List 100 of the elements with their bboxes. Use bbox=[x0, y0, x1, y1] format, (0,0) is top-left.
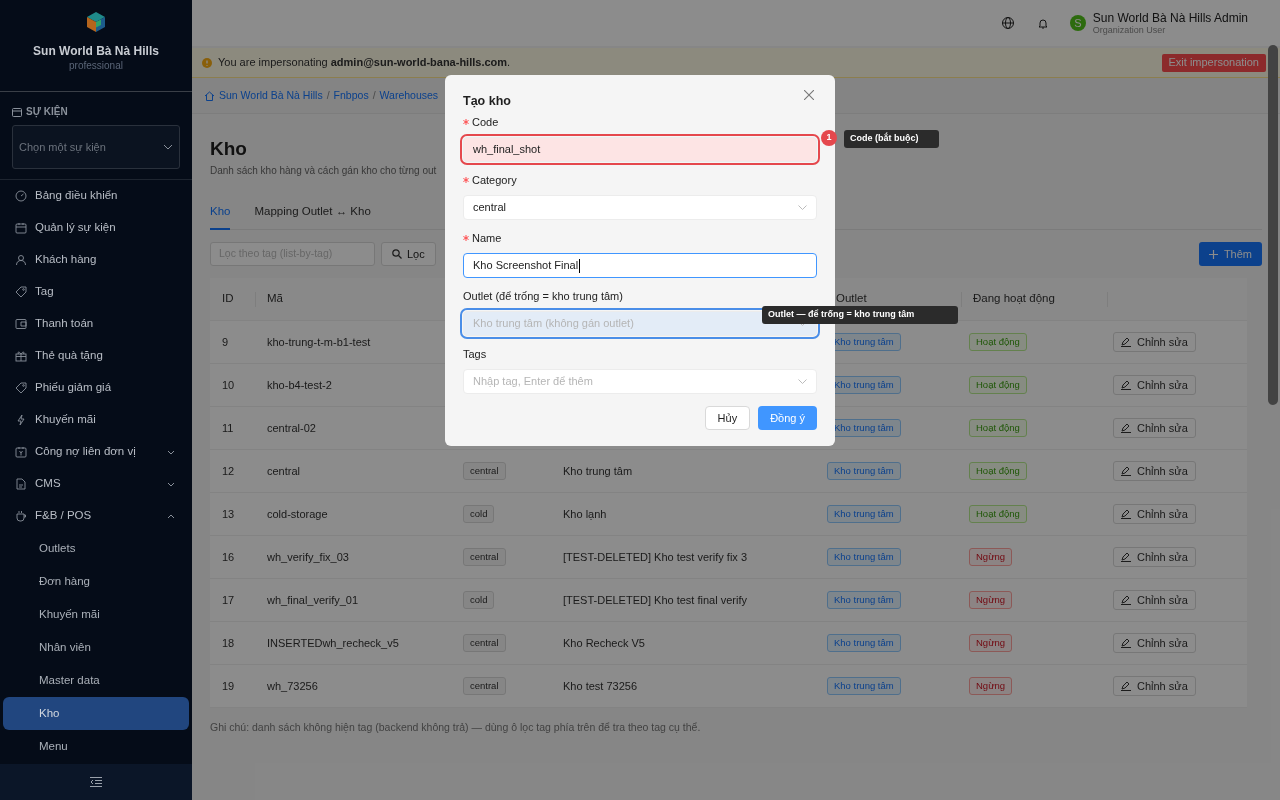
sidebar-subitem[interactable]: Kho bbox=[3, 697, 189, 730]
table-cell-text: 12 bbox=[221, 463, 236, 479]
sidebar-item[interactable]: Khuyến mãi bbox=[3, 404, 189, 436]
field-label: Category bbox=[472, 172, 517, 188]
edit-button[interactable]: Chỉnh sửa bbox=[1113, 590, 1196, 610]
status-tag: Hoạt động bbox=[969, 504, 1027, 524]
chevron-up-icon bbox=[167, 513, 175, 519]
field-label: Tags bbox=[463, 346, 487, 362]
section-label: SỰ KIỆN bbox=[26, 104, 68, 119]
status-tag: Ngừng bbox=[969, 590, 1013, 610]
table-cell-text: wh_verify_fix_03 bbox=[266, 549, 350, 565]
select-field[interactable]: central bbox=[463, 195, 817, 220]
table-cell: Kho lạnh bbox=[563, 507, 607, 520]
sidebar-item[interactable]: Tag bbox=[3, 276, 189, 308]
pencil-icon bbox=[1121, 337, 1131, 347]
outlet-tag: Kho trung tâm bbox=[827, 504, 901, 524]
pencil-icon bbox=[1121, 380, 1131, 390]
tag-icon bbox=[15, 382, 27, 394]
edit-button[interactable]: Chỉnh sửa bbox=[1113, 547, 1196, 567]
outlet-tag: Kho trung tâm bbox=[827, 547, 901, 567]
sidebar-item[interactable]: Công nợ liên đơn vị bbox=[3, 436, 189, 468]
column-header: Mã bbox=[267, 291, 283, 307]
table-cell-text: 17 bbox=[221, 592, 236, 608]
chevron-down-icon bbox=[798, 379, 807, 384]
pencil-icon bbox=[1121, 552, 1131, 562]
close-icon[interactable] bbox=[804, 90, 814, 100]
column-header: ID bbox=[222, 291, 234, 307]
table-cell-text: 10 bbox=[221, 377, 236, 393]
bell-icon[interactable] bbox=[1037, 17, 1048, 29]
edit-button[interactable]: Chỉnh sửa bbox=[1113, 504, 1196, 524]
sidebar-item[interactable]: CMS bbox=[3, 468, 189, 500]
edit-button[interactable]: Chỉnh sửa bbox=[1113, 461, 1196, 481]
table-cell: Kho trung tâm bbox=[563, 464, 633, 477]
category-tag: central bbox=[463, 461, 506, 481]
sidebar-subitem[interactable]: Menu bbox=[3, 730, 189, 763]
sidebar-item[interactable]: Quản lý sự kiện bbox=[3, 212, 189, 244]
outlet-tag: Kho trung tâm bbox=[827, 461, 901, 481]
sidebar-item[interactable]: F&B / POS bbox=[3, 500, 189, 532]
sidebar-subitem[interactable]: Đơn hàng bbox=[3, 565, 189, 598]
logo-icon bbox=[85, 11, 107, 33]
gift-icon bbox=[15, 350, 27, 362]
chevron-down-icon bbox=[167, 449, 175, 455]
column-header: Đang hoạt động bbox=[973, 291, 1055, 307]
search-icon bbox=[392, 249, 402, 259]
field-label: Code bbox=[472, 114, 499, 130]
brand-title: Sun World Bà Nà Hills bbox=[33, 43, 159, 60]
person-icon bbox=[15, 254, 27, 266]
scrollbar[interactable] bbox=[1268, 45, 1278, 405]
input-field[interactable]: Kho Screenshot Final bbox=[463, 253, 817, 278]
category-tag: central bbox=[463, 547, 506, 567]
home-icon bbox=[204, 90, 215, 101]
pencil-icon bbox=[1121, 681, 1131, 691]
event-select[interactable]: Chọn một sự kiện bbox=[12, 125, 180, 169]
category-tag: cold bbox=[463, 504, 495, 524]
sidebar-subitem[interactable]: Nhân viên bbox=[3, 631, 189, 664]
table-cell-text: 19 bbox=[221, 678, 236, 694]
calendar-icon bbox=[12, 106, 22, 117]
sidebar-item[interactable]: Khách hàng bbox=[3, 244, 189, 276]
globe-icon[interactable] bbox=[1001, 17, 1014, 29]
table-cell-text: 18 bbox=[221, 635, 236, 651]
edit-button[interactable]: Chỉnh sửa bbox=[1113, 676, 1196, 696]
outlet-tag: Kho trung tâm bbox=[827, 676, 901, 696]
table-cell-text: wh_final_verify_01 bbox=[266, 592, 360, 608]
field-label: Name bbox=[472, 230, 502, 246]
sidebar-item[interactable]: Thanh toán bbox=[3, 308, 189, 340]
pencil-icon bbox=[1121, 423, 1131, 433]
category-tag: central bbox=[463, 633, 506, 653]
sidebar-item[interactable]: Bảng điều khiển bbox=[3, 180, 189, 212]
sidebar-item[interactable]: Phiếu giảm giá bbox=[3, 372, 189, 404]
filter-button[interactable]: Lọc bbox=[381, 242, 436, 266]
sidebar-subitem[interactable]: Khuyến mãi bbox=[3, 598, 189, 631]
calendar-icon bbox=[15, 222, 27, 234]
table-cell-text: central-02 bbox=[266, 420, 317, 436]
chevron-down-icon bbox=[163, 144, 173, 150]
pencil-icon bbox=[1121, 638, 1131, 648]
outlet-tag: Kho trung tâm bbox=[827, 590, 901, 610]
edit-button[interactable]: Chỉnh sửa bbox=[1113, 375, 1196, 395]
sidebar-item[interactable]: Thẻ quà tặng bbox=[3, 340, 189, 372]
pencil-icon bbox=[1121, 509, 1131, 519]
category-tag: cold bbox=[463, 590, 495, 610]
table-cell-text: cold-storage bbox=[266, 506, 329, 522]
tag-icon bbox=[15, 286, 27, 298]
collapse-icon[interactable] bbox=[90, 777, 102, 787]
cancel-button[interactable]: Hủy bbox=[704, 406, 751, 430]
table-cell: Kho Recheck V5 bbox=[563, 636, 645, 649]
tab[interactable]: Mapping Outlet ↔ Kho bbox=[254, 196, 371, 230]
edit-button[interactable]: Chỉnh sửa bbox=[1113, 418, 1196, 438]
edit-button[interactable]: Chỉnh sửa bbox=[1113, 332, 1196, 352]
edit-button[interactable]: Chỉnh sửa bbox=[1113, 633, 1196, 653]
table-cell-text: central bbox=[266, 463, 302, 479]
plus-icon bbox=[1208, 249, 1218, 259]
card-icon bbox=[15, 318, 27, 330]
sidebar-subitem[interactable]: Outlets bbox=[3, 532, 189, 565]
breadcrumb-separator: / bbox=[326, 87, 330, 103]
cup-icon bbox=[15, 510, 27, 522]
outlet-tag: Kho trung tâm bbox=[827, 633, 901, 653]
brand-subtitle: professional bbox=[69, 60, 123, 72]
table-cell-text: kho-b4-test-2 bbox=[266, 377, 333, 393]
sidebar-subitem[interactable]: Master data bbox=[3, 664, 189, 697]
bolt-icon bbox=[15, 414, 27, 426]
